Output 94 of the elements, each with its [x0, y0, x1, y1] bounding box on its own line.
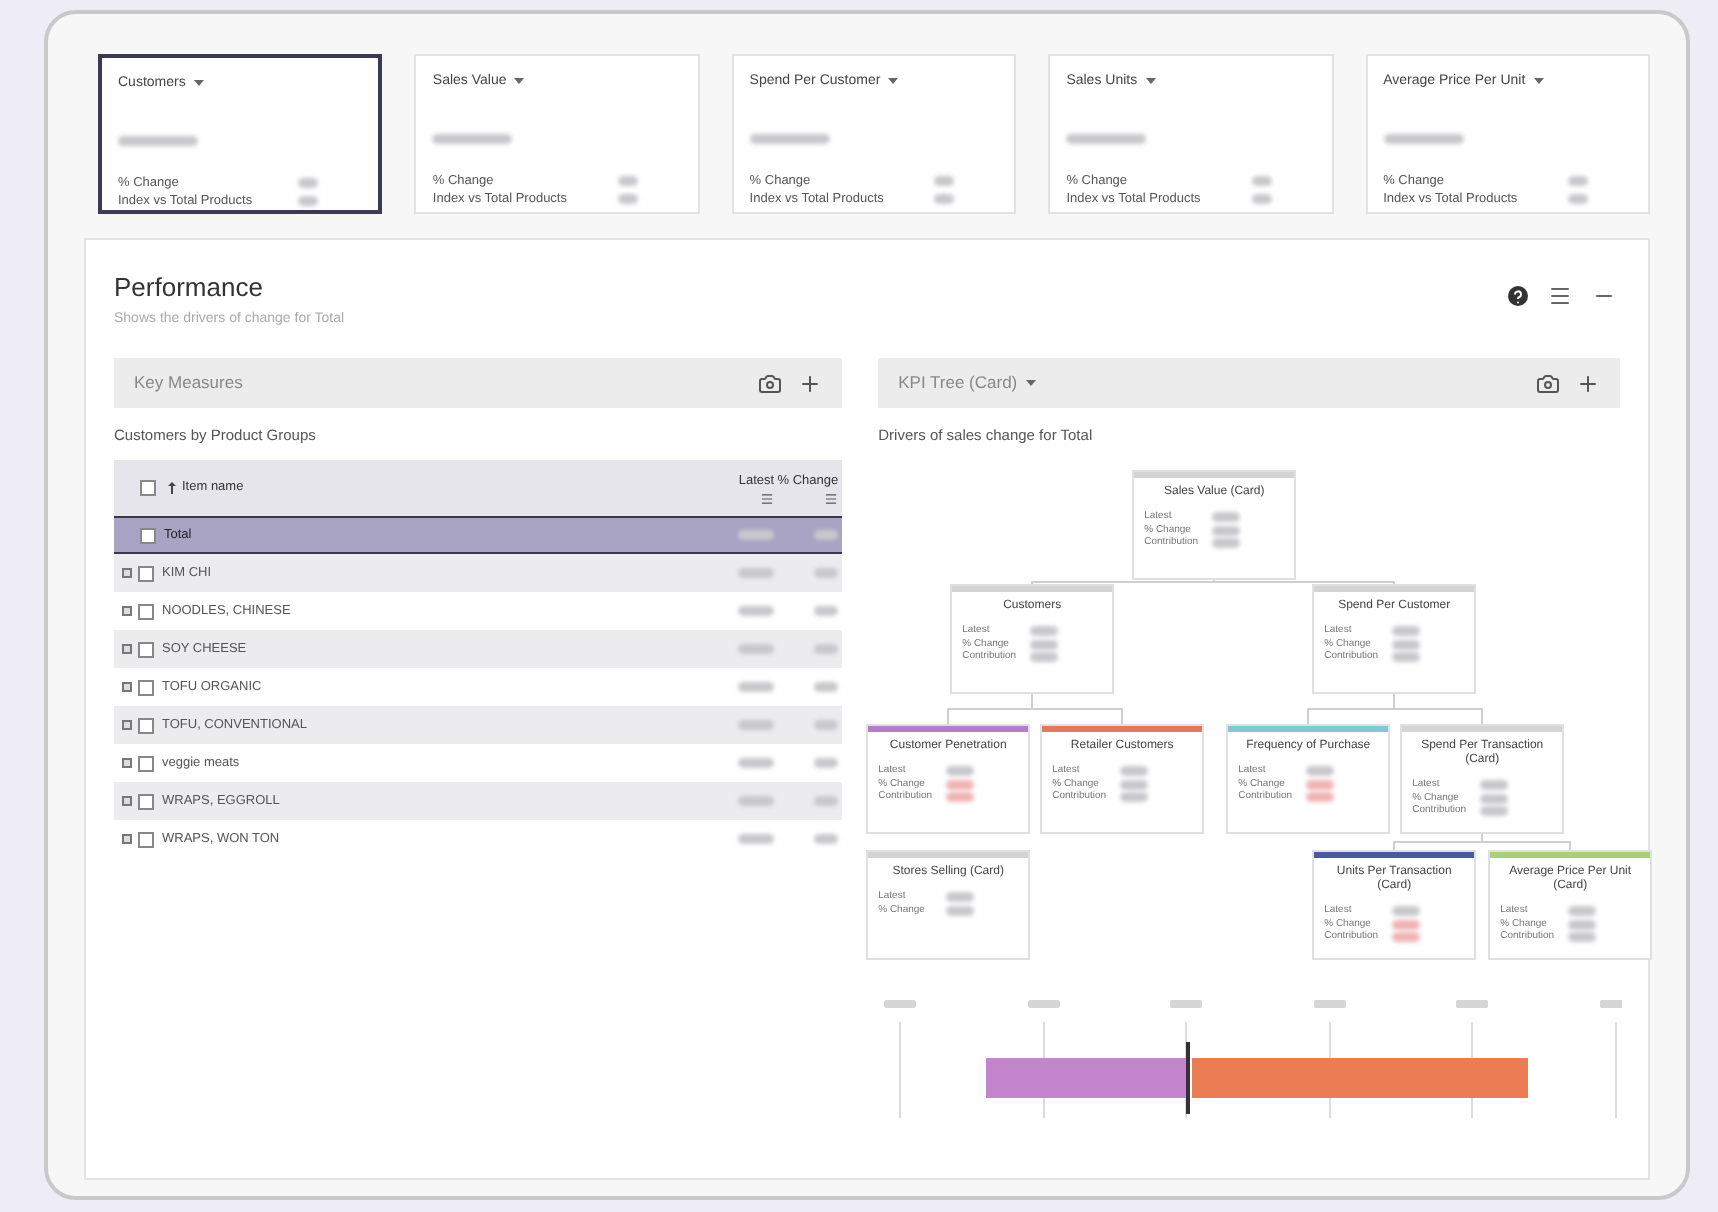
caret-icon: [514, 78, 525, 87]
blurred-value: [738, 568, 775, 579]
add-icon[interactable]: [798, 371, 823, 395]
connector-line: [1393, 693, 1484, 726]
blurred-value: [1392, 652, 1421, 662]
blurred-value: [1568, 906, 1597, 916]
blurred-value: [1568, 919, 1597, 929]
blurred-value: [738, 758, 775, 769]
blurred-value: [1392, 626, 1421, 636]
column-menu-icon[interactable]: [824, 491, 839, 506]
blurred-value: [738, 606, 775, 617]
caret-icon: [1025, 379, 1036, 387]
blurred-value: [1120, 779, 1149, 789]
checkbox[interactable]: [138, 603, 154, 620]
blurred-value: [1251, 193, 1272, 203]
checkbox[interactable]: [140, 527, 156, 544]
blurred-value: [617, 175, 638, 185]
checkbox[interactable]: [140, 480, 156, 497]
checkbox[interactable]: [138, 565, 154, 582]
blurred-value: [814, 796, 839, 807]
blurred-value: [1251, 175, 1272, 185]
expand-icon[interactable]: [122, 758, 132, 769]
blurred-value: [814, 682, 839, 693]
blurred-value: [738, 720, 775, 731]
blurred-value: [1480, 793, 1509, 803]
blurred-value: [1030, 652, 1059, 662]
blurred-value: [934, 193, 955, 203]
blurred-value: [749, 133, 830, 143]
blurred-value: [934, 175, 955, 185]
blurred-value: [814, 530, 839, 541]
blurred-value: [814, 720, 839, 731]
blurred-value: [1212, 525, 1241, 535]
blurred-value: [738, 530, 775, 541]
checkbox[interactable]: [138, 831, 154, 848]
expand-icon[interactable]: [122, 834, 132, 845]
blurred-value: [1120, 766, 1149, 776]
blurred-value: [814, 834, 839, 845]
blurred-value: [1480, 780, 1509, 790]
blurred-value: [814, 758, 839, 769]
expand-icon[interactable]: [122, 720, 132, 731]
blurred-value: [1568, 932, 1597, 942]
blurred-value: [118, 135, 198, 145]
caret-icon: [1533, 78, 1544, 87]
blurred-value: [1480, 806, 1509, 816]
blurred-value: [946, 766, 975, 776]
blurred-value: [946, 892, 975, 902]
blurred-value: [1567, 193, 1588, 203]
blurred-value: [298, 177, 319, 187]
add-icon[interactable]: [1576, 371, 1600, 395]
blurred-value: [1030, 639, 1059, 649]
blurred-value: [1066, 133, 1147, 143]
checkbox[interactable]: [138, 755, 154, 772]
blurred-value: [298, 195, 319, 205]
blurred-value: [1306, 766, 1335, 776]
blurred-value: [1392, 906, 1421, 916]
help-icon[interactable]: [1508, 286, 1528, 306]
connector-line: [1031, 693, 1124, 726]
blurred-value: [1392, 639, 1421, 649]
caret-icon: [193, 80, 204, 89]
expand-icon[interactable]: [122, 682, 132, 693]
column-menu-icon[interactable]: [760, 491, 775, 506]
sort-arrow-icon[interactable]: [168, 482, 176, 495]
blurred-value: [1030, 626, 1059, 636]
blurred-value: [1383, 133, 1464, 143]
blurred-value: [946, 905, 975, 915]
checkbox[interactable]: [138, 641, 154, 658]
caret-icon: [1145, 78, 1156, 87]
expand-icon[interactable]: [122, 568, 132, 579]
checkbox[interactable]: [138, 717, 154, 734]
caret-icon: [888, 78, 899, 87]
blurred-value: [738, 682, 775, 693]
blurred-value: [617, 193, 638, 203]
camera-icon[interactable]: [758, 371, 783, 395]
blurred-value: [738, 834, 775, 845]
checkbox[interactable]: [138, 793, 154, 810]
blurred-value: [814, 644, 839, 655]
blurred-value: [738, 644, 775, 655]
blurred-value: [1212, 538, 1241, 548]
expand-icon[interactable]: [122, 796, 132, 807]
blurred-value: [1120, 792, 1149, 802]
blurred-value: [1212, 512, 1241, 522]
blurred-value: [814, 568, 839, 579]
camera-icon[interactable]: [1536, 371, 1560, 395]
blurred-value: [432, 133, 513, 143]
connector-line: [1481, 833, 1572, 852]
checkbox[interactable]: [138, 679, 154, 696]
blurred-value: [738, 796, 775, 807]
expand-icon[interactable]: [122, 644, 132, 655]
expand-icon[interactable]: [122, 606, 132, 617]
menu-icon[interactable]: [1548, 284, 1572, 308]
panel-title: Performance: [114, 270, 265, 306]
section-title: Key Measures: [134, 370, 243, 396]
blurred-value: [1567, 175, 1588, 185]
blurred-value: [814, 606, 839, 617]
